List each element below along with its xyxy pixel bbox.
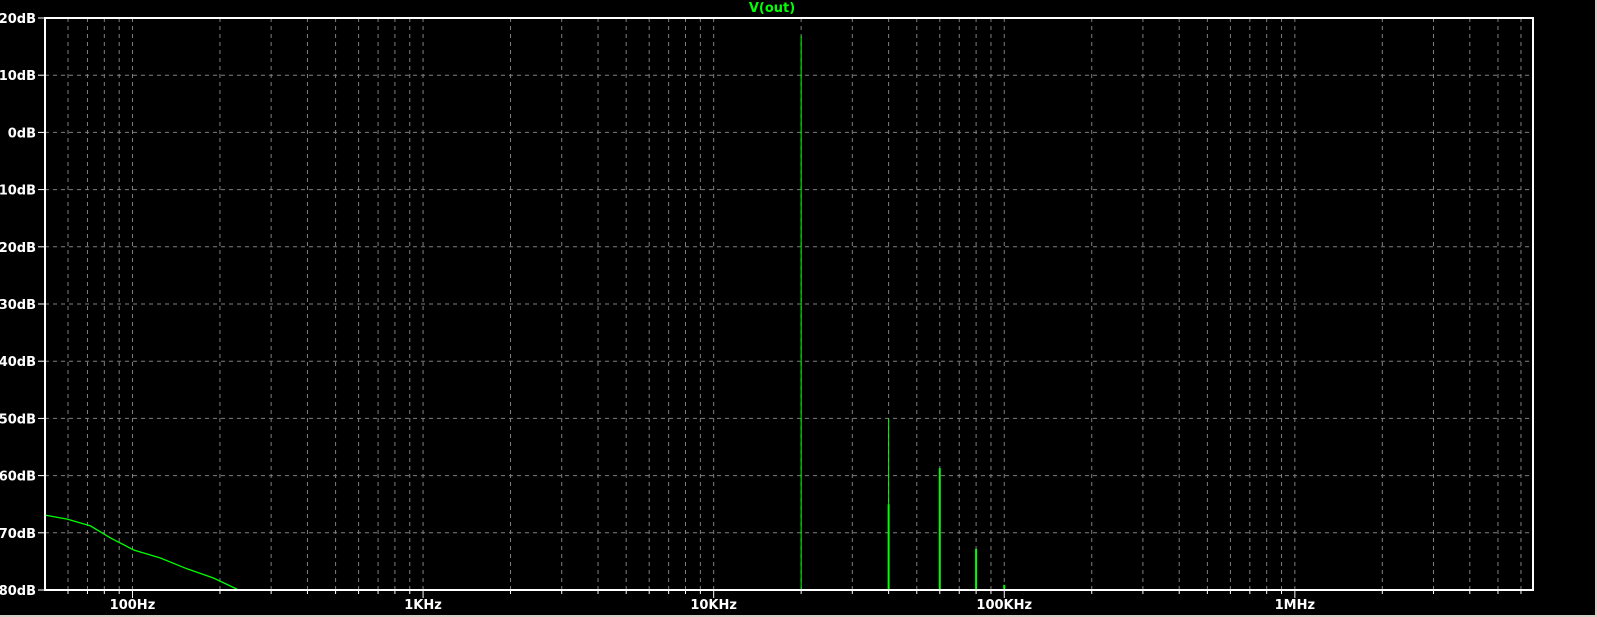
- y-tick-label: -30dB: [0, 298, 36, 313]
- x-tick-label: 1KHz: [404, 598, 442, 613]
- x-tick-label: 100KHz: [976, 598, 1032, 613]
- grid: [45, 18, 1533, 590]
- y-tick-label: -60dB: [0, 470, 36, 485]
- fft-plot[interactable]: V(out) 20dB 10dB 0dB -10dB -20dB -30dB -40dB -5…: [0, 0, 1597, 617]
- y-tick-label: 10dB: [0, 69, 36, 84]
- x-tick-label: 10KHz: [690, 598, 737, 613]
- y-tick-label: -50dB: [0, 412, 36, 427]
- axis-ticks: 20dB 10dB 0dB -10dB -20dB -30dB -40dB -50dB -60d…: [0, 12, 1522, 613]
- trace-label-vout[interactable]: V(out): [749, 1, 795, 16]
- x-tick-label: 1MHz: [1275, 598, 1315, 613]
- trace-vout: [44, 35, 1006, 591]
- y-tick-label: 0dB: [8, 126, 36, 141]
- y-tick-label: 20dB: [0, 12, 36, 27]
- y-tick-label: -40dB: [0, 355, 36, 370]
- x-tick-label: 100Hz: [110, 598, 156, 613]
- y-tick-label: -70dB: [0, 527, 36, 542]
- y-tick-label: -20dB: [0, 241, 36, 256]
- trace-curve: [44, 514, 239, 591]
- y-tick-label: -10dB: [0, 184, 36, 199]
- y-tick-label: -80dB: [0, 584, 36, 599]
